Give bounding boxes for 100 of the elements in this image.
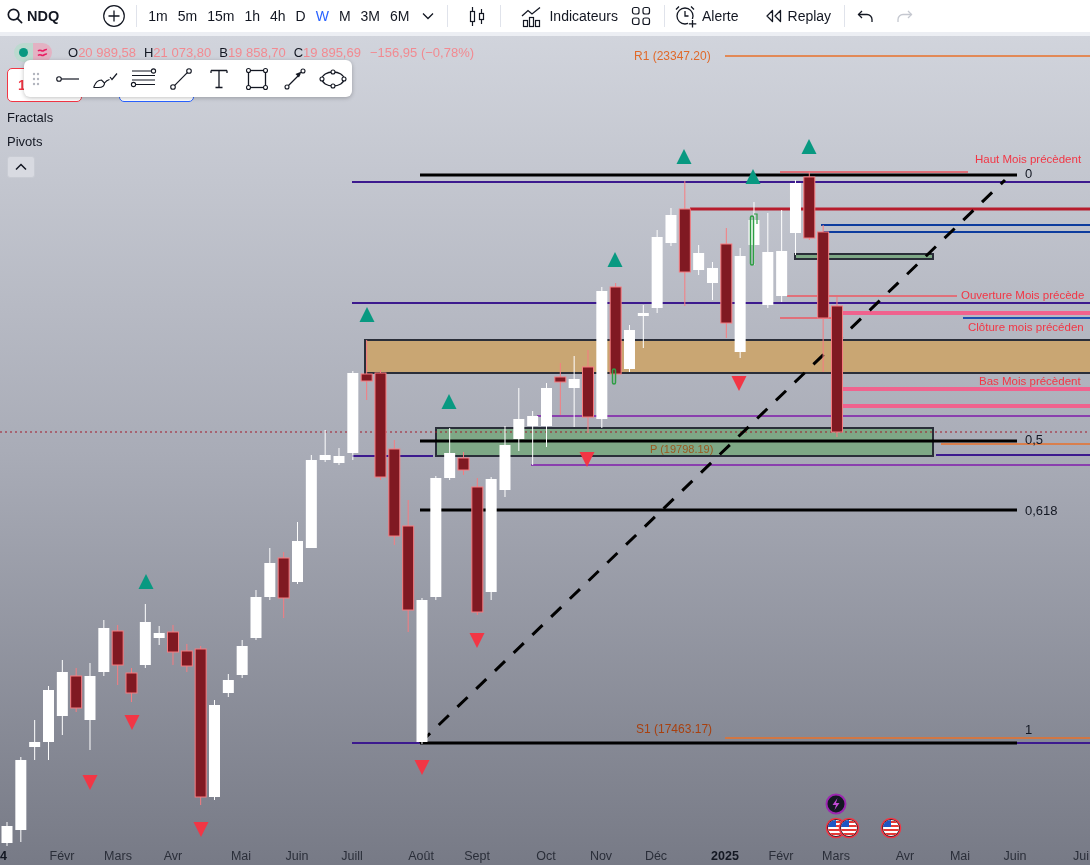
candlestick — [1, 821, 13, 847]
price-change: −156,95 (−0,78%) — [369, 45, 475, 60]
candlestick — [29, 719, 41, 761]
candlestick — [693, 244, 705, 276]
alert-button[interactable]: Alerte — [668, 2, 744, 30]
interval-button[interactable]: 4h — [264, 2, 291, 30]
candlestick — [624, 324, 635, 373]
time-axis-label: Août — [408, 849, 434, 863]
time-axis-label: Déc — [644, 849, 668, 863]
interval-button[interactable]: W — [310, 2, 334, 30]
chevron-down-icon[interactable] — [422, 12, 435, 20]
up-triangle-icon — [745, 169, 761, 184]
time-axis-label: Jui — [1073, 849, 1089, 863]
time-axis-label: Avr — [163, 849, 183, 863]
bar-marker — [611, 368, 617, 385]
candlestick — [167, 624, 179, 666]
ohlc-value: O20 989,58 — [68, 45, 136, 60]
candlestick — [541, 382, 552, 448]
fib-level-label: 0,5 — [1025, 431, 1044, 447]
up-triangle-icon — [138, 574, 154, 589]
time-axis-label: Mars — [822, 849, 850, 863]
time-axis-label: Juin — [1003, 849, 1027, 863]
undo-icon[interactable] — [857, 9, 875, 23]
interval-button[interactable]: M — [333, 2, 356, 30]
up-triangle-icon — [676, 149, 692, 164]
interval-button[interactable]: 1m — [143, 2, 173, 30]
interval-button[interactable]: 6M — [385, 2, 415, 30]
interval-button[interactable]: D — [290, 2, 311, 30]
time-axis-label: Mai — [949, 849, 971, 863]
grid-icon[interactable] — [630, 6, 651, 26]
ohlc-value: C19 895,69 — [293, 45, 361, 60]
candlestick — [513, 387, 525, 452]
flag-icon[interactable] — [838, 817, 860, 839]
time-axis-label: Févr — [768, 849, 794, 863]
ohlc-value: B19 858,70 — [219, 45, 286, 60]
flag-icon[interactable] — [880, 817, 902, 839]
time-axis-label: Oct — [536, 849, 556, 863]
interval-button[interactable]: 1h — [239, 2, 265, 30]
bar-marker — [749, 213, 758, 266]
plus-circle-icon[interactable] — [102, 4, 127, 28]
indicator-title[interactable]: Pivots — [7, 134, 43, 150]
lightning-icon[interactable] — [825, 793, 847, 815]
candlestick — [153, 625, 165, 646]
candlestick — [264, 547, 276, 601]
status-pill[interactable] — [14, 43, 52, 62]
candlestick — [319, 429, 331, 463]
ohlc-value: H21 073,80 — [143, 45, 212, 60]
time-axis-label: Avr — [895, 849, 915, 863]
time-axis-label: Mars — [104, 849, 132, 863]
candlestick — [277, 551, 290, 619]
up-triangle-icon — [359, 307, 375, 322]
fib-level-label: 0 — [1025, 165, 1033, 181]
time-axis-label: Juill — [341, 849, 363, 863]
time-axis-label: 4 — [0, 849, 7, 863]
candlestick — [236, 639, 248, 679]
symbol-search-button[interactable]: NDQ — [4, 2, 63, 30]
pivot-label: R1 (23347.20) — [634, 49, 711, 63]
down-triangle-icon — [579, 452, 595, 467]
up-triangle-icon — [441, 394, 457, 409]
level-label: Clôture mois précéden — [968, 320, 1084, 333]
interval-button[interactable]: 3M — [355, 2, 385, 30]
time-axis-label: Sept — [464, 849, 490, 863]
candlestick — [333, 447, 345, 466]
candlestick — [222, 673, 234, 698]
drag-handle-icon[interactable] — [32, 71, 40, 86]
status-dot-icon — [19, 48, 28, 57]
candlestick — [554, 362, 567, 416]
pivot-label: S1 (17463.17) — [636, 722, 713, 736]
interval-button[interactable]: 5m — [172, 2, 203, 30]
time-axis-label: Mai — [230, 849, 252, 863]
down-triangle-icon — [124, 715, 140, 730]
down-triangle-icon — [193, 822, 209, 837]
pivot-label: P (19798.19) — [650, 442, 714, 455]
level-label: Ouverture Mois précède — [961, 289, 1085, 301]
candlestick — [250, 589, 262, 641]
down-triangle-icon — [469, 633, 485, 648]
interval-button[interactable]: 15m — [202, 2, 240, 30]
collapse-button[interactable] — [7, 156, 35, 178]
level-label: Bas Mois précèdent — [979, 374, 1081, 387]
up-triangle-icon — [801, 139, 817, 154]
time-axis-label: Févr — [49, 849, 75, 863]
candlestick — [707, 261, 718, 301]
candlestick — [748, 201, 760, 266]
up-triangle-icon — [607, 252, 623, 267]
fib-level-label: 0,618 — [1025, 502, 1058, 518]
level-label: Haut Mois précèdent — [975, 152, 1082, 165]
indicator-title[interactable]: Fractals — [7, 110, 54, 126]
time-axis-label: 2025 — [711, 849, 739, 863]
indicators-button[interactable]: Indicateurs — [515, 2, 623, 30]
down-triangle-icon — [731, 376, 747, 391]
time-axis-label: Juin — [285, 849, 309, 863]
candlestick — [292, 521, 303, 585]
replay-button[interactable]: Replay — [759, 2, 837, 30]
time-axis-label: Nov — [589, 849, 613, 863]
down-triangle-icon — [414, 760, 430, 775]
candlestick — [527, 410, 539, 466]
rewind-icon — [764, 9, 782, 23]
chart-icon — [520, 4, 543, 28]
alarm-clock-icon — [673, 3, 698, 29]
candlestick — [98, 619, 110, 677]
